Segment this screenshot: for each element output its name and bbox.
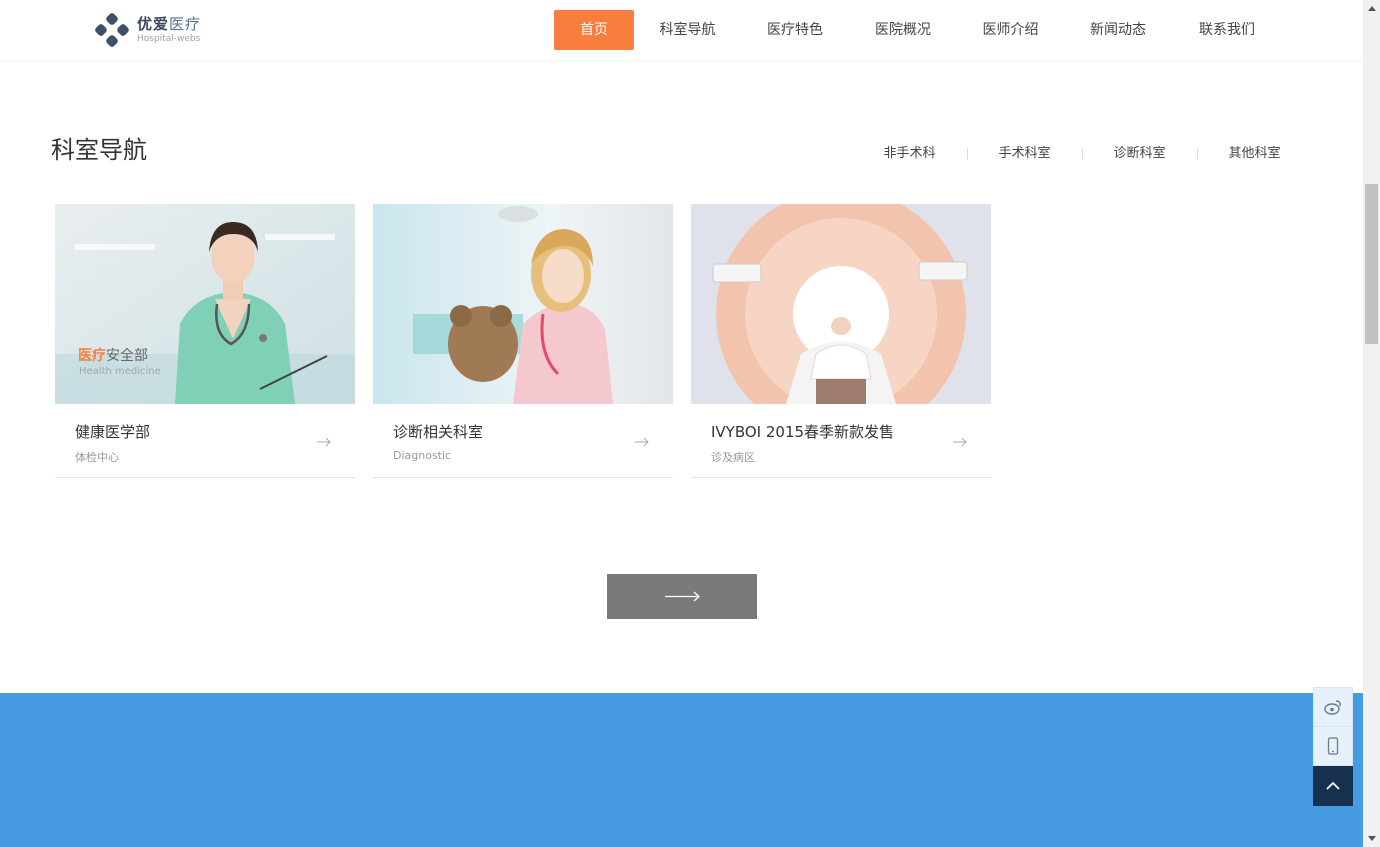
more-departments-button[interactable] [607,574,757,619]
card-subtitle: 诊及病区 [711,451,755,464]
ct-scanner-photo [691,204,991,404]
scrollbar-thumb[interactable] [1365,184,1378,344]
hospital-cross-logo-icon [95,13,129,47]
site-header: 优爱医疗 Hospital-webs 首页 科室导航 医疗特色 医院概况 医师介… [0,0,1363,60]
nav-item-doctors[interactable]: 医师介绍 [957,10,1064,50]
main-nav: 首页 科室导航 医疗特色 医院概况 医师介绍 新闻动态 联系我们 [554,10,1282,50]
tab-surgical[interactable]: 手术科室 [967,145,1082,163]
nav-item-contact[interactable]: 联系我们 [1172,10,1282,50]
card-title: IVYBOI 2015春季新款发售 [711,423,895,441]
weibo-icon [1324,700,1341,715]
floating-toolbar [1313,687,1353,806]
nav-item-departments[interactable]: 科室导航 [634,10,741,50]
vertical-scrollbar[interactable] [1363,0,1380,847]
card-subtitle: Diagnostic [393,449,452,462]
scroll-down-arrow-icon[interactable] [1363,830,1380,847]
logo-title-b: 医疗 [169,14,202,33]
logo-subtitle: Hospital-webs [137,33,201,44]
nav-item-features[interactable]: 医疗特色 [741,10,849,50]
card-title: 诊断相关科室 [393,423,484,441]
arrow-right-icon [953,437,967,447]
weibo-button[interactable] [1313,687,1353,727]
nurse-photo: 医疗安全部 Health medicine [55,204,355,404]
logo-title-a: 优爱 [137,14,170,33]
tab-other[interactable]: 其他科室 [1197,145,1312,163]
card-subtitle: 体检中心 [75,451,119,464]
card-overlay-title-accent: 医疗 [78,348,106,364]
long-arrow-right-icon [665,591,700,602]
tab-diagnostic[interactable]: 诊断科室 [1082,145,1197,163]
nav-item-overview[interactable]: 医院概况 [849,10,957,50]
tab-non-surgical[interactable]: 非手术科 [852,145,967,163]
section-title: 科室导航 [51,136,147,164]
department-tabs: 非手术科 手术科室 诊断科室 其他科室 [852,145,1312,163]
arrow-right-icon [635,437,649,447]
nav-item-home[interactable]: 首页 [554,10,634,50]
girl-with-teddy-photo [373,204,673,404]
department-card[interactable]: 医疗安全部 Health medicine 健康医学部 体检中心 [55,204,355,478]
card-title: 健康医学部 [75,423,151,441]
card-overlay-subtitle: Health medicine [79,366,161,377]
back-to-top-button[interactable] [1313,766,1353,806]
mobile-icon [1327,737,1339,755]
page: 优爱医疗 Hospital-webs 首页 科室导航 医疗特色 医院概况 医师介… [0,0,1363,847]
department-card[interactable]: 诊断相关科室 Diagnostic [373,204,673,478]
chevron-up-icon [1326,781,1340,790]
department-cards: 医疗安全部 Health medicine 健康医学部 体检中心 诊断相关科室 … [55,204,1009,478]
nav-item-news[interactable]: 新闻动态 [1064,10,1172,50]
scroll-up-arrow-icon[interactable] [1363,0,1380,17]
site-logo[interactable]: 优爱医疗 Hospital-webs [95,12,201,48]
department-card[interactable]: IVYBOI 2015春季新款发售 诊及病区 [691,204,991,478]
card-overlay-title-rest: 安全部 [106,348,148,364]
card-overlay-title: 医疗安全部 [78,345,148,365]
arrow-right-icon [317,437,331,447]
blue-feature-band [0,693,1363,847]
mobile-button[interactable] [1313,727,1353,766]
